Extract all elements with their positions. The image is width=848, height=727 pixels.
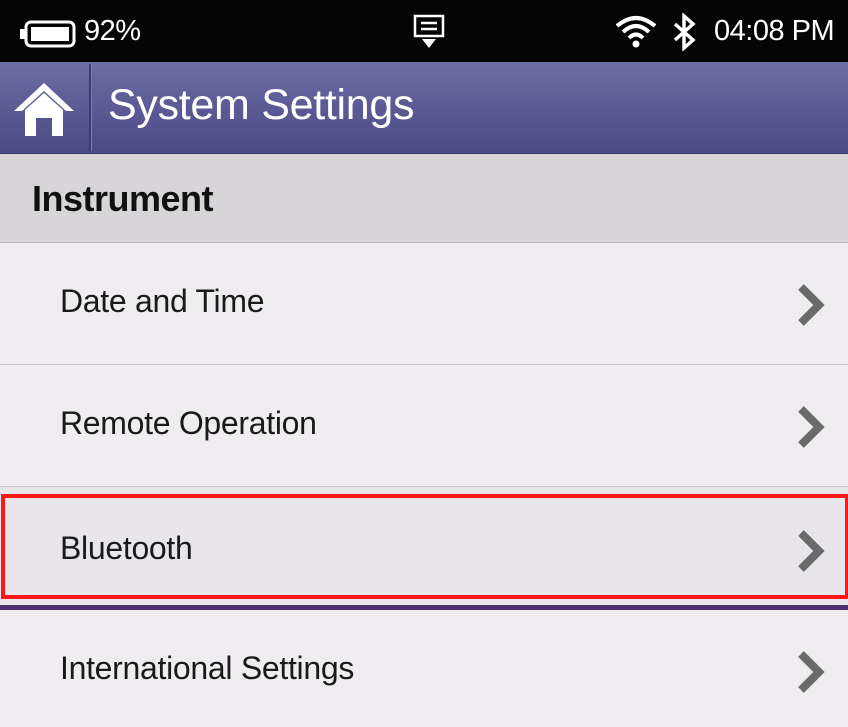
menu-item-remote-operation[interactable]: Remote Operation xyxy=(0,365,848,487)
battery-icon xyxy=(20,20,76,53)
chevron-right-icon xyxy=(795,405,825,454)
menu-item-date-and-time[interactable]: Date and Time xyxy=(0,243,848,365)
clock: 04:08 PM xyxy=(714,15,835,47)
home-button[interactable] xyxy=(0,62,88,153)
menu-item-label: Remote Operation xyxy=(60,405,317,441)
chevron-right-icon xyxy=(795,529,825,578)
menu-item-label: Date and Time xyxy=(60,283,265,319)
status-bar: 92% 04:08 PM xyxy=(0,0,848,62)
wifi-icon xyxy=(614,14,658,53)
title-divider xyxy=(89,64,91,151)
menu-item-label: International Settings xyxy=(60,650,355,686)
home-icon xyxy=(11,80,77,143)
title-bar: System Settings xyxy=(0,62,848,154)
section-title: Instrument xyxy=(32,178,214,219)
menu-item-international-settings[interactable]: International Settings xyxy=(0,610,848,727)
bluetooth-icon xyxy=(672,12,698,56)
notification-icon[interactable] xyxy=(413,14,445,55)
menu-item-label: Bluetooth xyxy=(60,530,193,566)
page-title: System Settings xyxy=(108,81,415,129)
section-header: Instrument xyxy=(0,154,848,243)
chevron-right-icon xyxy=(795,283,825,332)
chevron-right-icon xyxy=(795,650,825,699)
menu-item-bluetooth[interactable]: Bluetooth xyxy=(0,489,848,612)
battery-percent: 92% xyxy=(84,15,141,47)
